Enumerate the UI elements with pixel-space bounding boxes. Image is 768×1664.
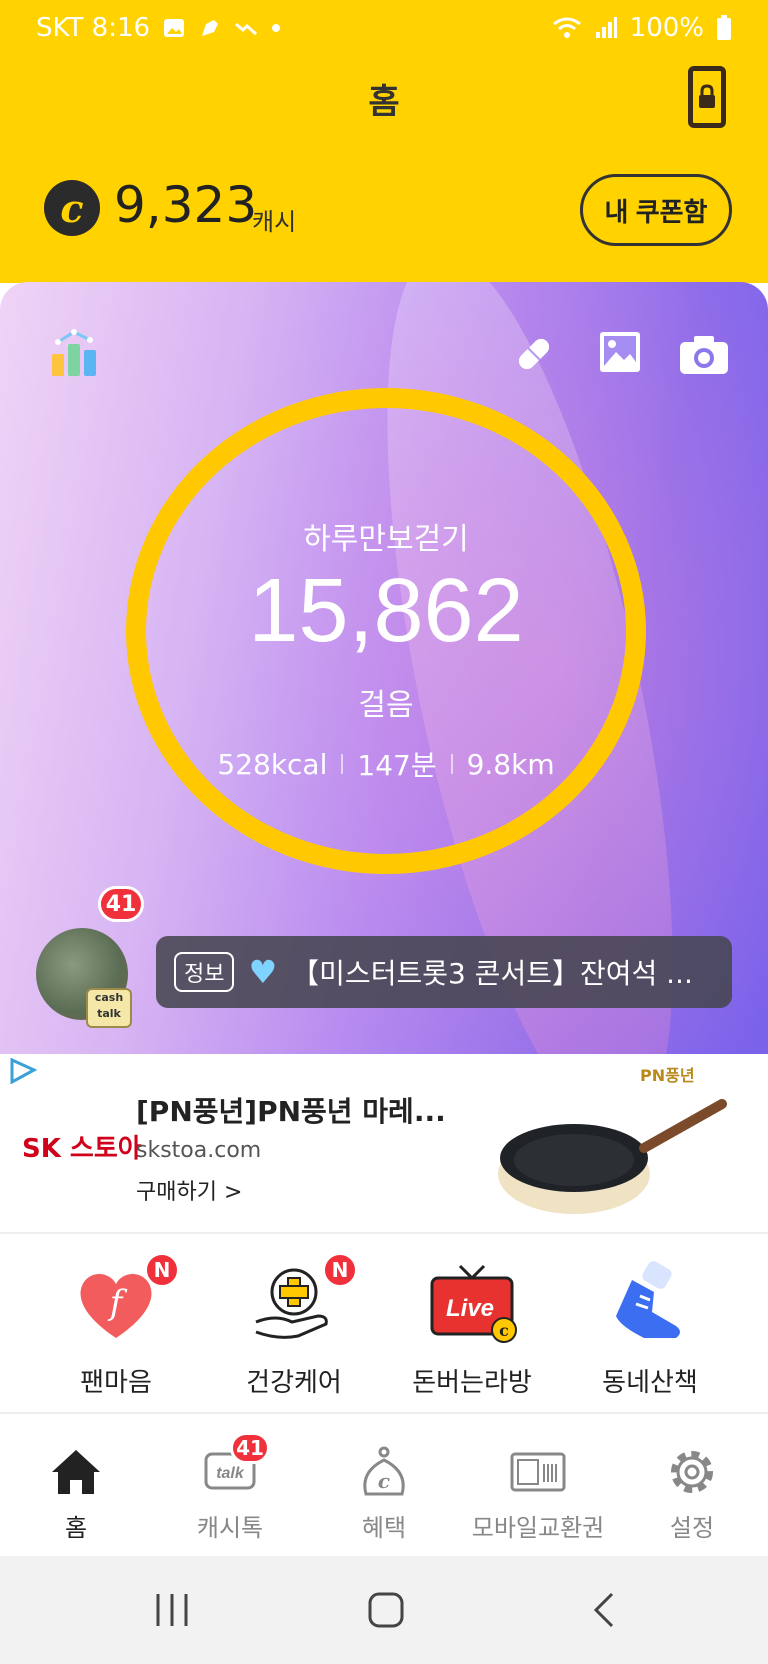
gallery-icon[interactable]	[598, 330, 642, 374]
svg-text:Live: Live	[446, 1295, 494, 1322]
gallery-notification-icon	[164, 19, 185, 37]
divider	[450, 754, 453, 774]
nav-label-cashtalk: 캐시톡	[196, 1514, 264, 1542]
walk-card: 하루만보걷기 15,862 걸음 528kcal 147분 9.8km cash…	[0, 282, 768, 1054]
trend-notification-icon	[235, 22, 258, 36]
page-title: 홈	[368, 82, 400, 122]
app-header: 홈	[0, 56, 768, 138]
cashtalk-badge: 41	[98, 886, 144, 922]
pill-icon[interactable]	[512, 332, 556, 376]
info-tag: 정보	[174, 952, 235, 992]
frying-pan-image	[498, 1099, 727, 1214]
nav-home[interactable]: 홈	[0, 1444, 156, 1543]
step-unit: 걸음	[358, 688, 414, 723]
minutes-value: 147분	[357, 749, 437, 782]
battery-icon	[717, 15, 731, 40]
sneaker-icon	[616, 1261, 680, 1338]
signal-icon	[595, 17, 617, 38]
svg-text:c: c	[378, 1469, 390, 1493]
quick-item-health-care[interactable]: N 건강케어	[204, 1252, 384, 1399]
ad-brand-logo: PN풍년	[640, 1066, 695, 1085]
svg-text:c: c	[499, 1321, 509, 1340]
calories-value: 528kcal	[217, 747, 328, 781]
step-count: 15,862	[248, 561, 524, 661]
nav-label-benefits: 혜택	[361, 1514, 407, 1542]
coin-jar-icon: c	[363, 1446, 405, 1496]
bottom-navigation: 홈 talk 41 캐시톡 c 혜택 모바일교환권 설정	[0, 1414, 768, 1556]
nav-cashtalk[interactable]: talk 41 캐시톡	[150, 1432, 310, 1543]
cash-summary: c 9,323 캐시 내 쿠폰함	[0, 138, 768, 283]
system-navigation-bar	[0, 1556, 768, 1664]
cash-amount: 9,323	[114, 176, 258, 234]
fan-heart-icon-wrap: f N	[70, 1252, 180, 1348]
recent-apps-icon[interactable]	[152, 1590, 192, 1630]
cashtalk-tag: cash talk	[86, 988, 132, 1028]
advertiser-logo: SK 스토아	[22, 1134, 142, 1164]
quick-item-neighborhood-walk[interactable]: 동네산책	[560, 1256, 740, 1399]
quick-item-live-shopping[interactable]: Live c 돈버는라방	[382, 1256, 562, 1399]
my-coupons-button[interactable]: 내 쿠폰함	[580, 174, 732, 246]
quick-label-fan: 팬마음	[80, 1368, 152, 1398]
quick-label-walk: 동네산책	[602, 1368, 698, 1398]
new-badge: N	[144, 1252, 180, 1288]
nav-label-settings: 설정	[669, 1514, 715, 1542]
cash-coin-icon: c	[44, 180, 100, 236]
benefits-icon-wrap: c	[356, 1444, 412, 1500]
svg-text:talk: talk	[216, 1465, 245, 1482]
quick-label-health: 건강케어	[246, 1368, 342, 1398]
home-button-icon[interactable]	[366, 1590, 406, 1630]
ad-banner[interactable]: SK 스토아 [PN풍년]PN풍년 마레... skstoa.com 구매하기 …	[0, 1054, 768, 1234]
pen-notification-icon	[202, 20, 219, 36]
camera-icon[interactable]	[678, 332, 730, 376]
divider	[341, 754, 344, 774]
screen-lock-button[interactable]	[688, 66, 726, 128]
quick-label-live: 돈버는라방	[412, 1368, 532, 1398]
voucher-icon-wrap	[510, 1444, 566, 1500]
new-badge: N	[322, 1252, 358, 1288]
settings-icon-wrap	[664, 1444, 720, 1500]
home-icon-wrap	[48, 1444, 104, 1500]
health-care-icon-wrap: N	[248, 1252, 358, 1348]
back-icon[interactable]	[584, 1590, 624, 1630]
live-tv-icon: Live c	[430, 1264, 517, 1343]
nav-settings[interactable]: 설정	[612, 1444, 768, 1543]
lock-icon	[699, 84, 715, 108]
nav-benefits[interactable]: c 혜택	[304, 1444, 464, 1543]
gear-icon	[671, 1451, 713, 1493]
ad-choices-icon[interactable]	[8, 1058, 38, 1084]
status-left: SKT 8:16	[36, 13, 281, 43]
gift-voucher-icon	[510, 1452, 566, 1492]
nav-label-home: 홈	[64, 1514, 88, 1542]
ad-buy-link[interactable]: 구매하기 >	[136, 1174, 242, 1206]
cashtalk-bubble[interactable]: 정보 ♥ 【미스터트롯3 콘서트】잔여석 ...	[156, 936, 732, 1008]
walk-stats: 528kcal 147분 9.8km	[126, 744, 646, 784]
cashtalk-icon-wrap: talk 41	[202, 1432, 270, 1500]
battery-percent: 100%	[629, 13, 704, 43]
distance-value: 9.8km	[466, 747, 555, 781]
heart-icon: ♥	[248, 953, 278, 991]
status-bar: SKT 8:16 100%	[0, 0, 768, 56]
ad-url: skstoa.com	[136, 1138, 262, 1163]
cashtalk-message: 【미스터트롯3 콘서트】잔여석 ...	[291, 957, 693, 990]
live-tv-icon-wrap: Live c	[426, 1256, 518, 1348]
nav-label-voucher: 모바일교환권	[471, 1514, 605, 1542]
cashtalk-count-badge: 41	[230, 1432, 270, 1464]
home-icon	[52, 1450, 100, 1494]
quick-menu: f N 팬마음 N 건강케어 Live c 돈버는라방 동네산책	[0, 1236, 768, 1414]
stats-chart-icon[interactable]	[48, 324, 104, 380]
sneaker-icon-wrap	[604, 1256, 696, 1348]
quick-item-fan-heart[interactable]: f N 팬마음	[26, 1252, 206, 1399]
status-right: 100%	[552, 13, 732, 43]
ad-title[interactable]: [PN풍년]PN풍년 마레...	[136, 1090, 446, 1130]
walk-title: 하루만보걷기	[303, 522, 469, 557]
wifi-icon	[552, 17, 581, 38]
cash-unit: 캐시	[252, 208, 297, 236]
more-notifications-dot	[272, 24, 281, 32]
carrier-time: SKT 8:16	[36, 13, 151, 43]
nav-mobile-voucher[interactable]: 모바일교환권	[458, 1444, 618, 1543]
